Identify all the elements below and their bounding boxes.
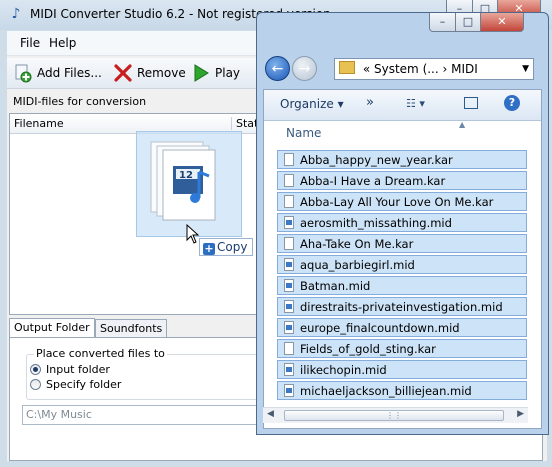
menu-file[interactable]: File — [20, 36, 40, 50]
kar-file-icon — [284, 174, 294, 187]
file-row[interactable]: aerosmith_missathing.mid — [277, 213, 527, 232]
help-icon[interactable]: ? — [504, 95, 520, 111]
remove-label: Remove — [137, 66, 186, 80]
back-arrow-icon[interactable]: ← — [265, 56, 290, 81]
file-name: europe_finalcountdown.mid — [300, 320, 460, 335]
output-path-field[interactable]: C:\My Music — [22, 405, 258, 425]
address-crumb-midi[interactable]: MIDI — [451, 62, 478, 76]
explorer-window: – □ ✕ ← → « System (... › MIDI ▼ Organiz… — [256, 12, 549, 435]
drag-preview: 12 — [136, 131, 242, 237]
kar-file-icon — [284, 342, 294, 355]
drag-count-badge: 12 — [179, 170, 193, 181]
play-label: Play — [215, 66, 241, 80]
scroll-thumb[interactable]: ⋮⋮ — [284, 410, 504, 421]
explorer-close-button[interactable]: ✕ — [480, 13, 524, 32]
chevron-down-icon[interactable]: ▼ — [522, 59, 529, 79]
folder-icon — [339, 61, 355, 74]
kar-file-icon — [284, 237, 294, 250]
file-row[interactable]: michaeljackson_billiejean.mid — [277, 381, 527, 400]
file-name: direstraits-privateinvestigation.mid — [300, 299, 503, 314]
place-group-box — [26, 354, 258, 400]
address-separator: › — [442, 62, 448, 76]
add-files-label: Add Files... — [37, 66, 102, 80]
file-row[interactable]: Abba_happy_new_year.kar — [277, 150, 527, 169]
file-row[interactable]: ilikechopin.mid — [277, 360, 527, 379]
file-name: ilikechopin.mid — [300, 362, 387, 377]
midi-file-icon — [284, 216, 294, 229]
file-row[interactable]: Abba-Lay All Your Love On Me.kar — [277, 192, 527, 211]
play-icon — [194, 64, 209, 82]
add-files-button[interactable]: Add Files... — [13, 62, 102, 84]
scroll-right-icon[interactable]: ▶ — [517, 409, 524, 419]
file-name: Abba-Lay All Your Love On Me.kar — [300, 194, 494, 209]
kar-file-icon — [284, 195, 294, 208]
file-name: Abba-I Have a Dream.kar — [300, 173, 446, 188]
file-row[interactable]: direstraits-privateinvestigation.mid — [277, 297, 527, 316]
column-name[interactable]: Name — [286, 126, 321, 140]
file-row[interactable]: europe_finalcountdown.mid — [277, 318, 527, 337]
menu-help[interactable]: Help — [49, 36, 76, 50]
tab-soundfonts[interactable]: Soundfonts — [95, 319, 168, 339]
file-name: Fields_of_gold_sting.kar — [300, 341, 436, 356]
scroll-left-icon[interactable]: ◀ — [267, 409, 274, 419]
file-name: aqua_barbiegirl.mid — [300, 257, 415, 272]
file-name: Aha-Take On Me.kar — [300, 236, 414, 251]
tab-output-folder[interactable]: Output Folder — [9, 318, 95, 339]
radio-specify-folder-label: Specify folder — [46, 378, 122, 391]
sort-ascending-icon: ▲ — [459, 120, 466, 129]
midi-file-icon — [284, 384, 294, 397]
midi-file-icon — [284, 300, 294, 313]
address-prefix: « — [362, 62, 371, 76]
forward-arrow-icon[interactable]: → — [292, 56, 317, 81]
organize-menu[interactable]: Organize ▾ — [280, 97, 344, 111]
radio-specify-folder[interactable]: Specify folder — [30, 378, 121, 391]
list-caption: MIDI-files for conversion — [13, 95, 147, 108]
file-name: Abba_happy_new_year.kar — [300, 152, 453, 167]
explorer-nav-bar: ← → « System (... › MIDI ▼ — [263, 53, 545, 87]
radio-selected-icon — [30, 364, 41, 375]
explorer-maximize-button[interactable]: □ — [455, 13, 481, 32]
plus-icon: + — [203, 242, 215, 255]
copy-drop-tooltip: + Copy — [199, 238, 253, 256]
radio-unselected-icon — [30, 379, 41, 390]
radio-input-folder[interactable]: Input folder — [30, 363, 110, 376]
file-row[interactable]: Aha-Take On Me.kar — [277, 234, 527, 253]
file-name: aerosmith_missathing.mid — [300, 215, 452, 230]
explorer-command-bar: Organize ▾ » ☷ ▾ ? — [264, 90, 541, 121]
midi-file-icon — [284, 258, 294, 271]
midi-file-icon — [284, 363, 294, 376]
copy-label: Copy — [217, 240, 248, 254]
file-name: michaeljackson_billiejean.mid — [300, 383, 472, 398]
file-row[interactable]: Batman.mid — [277, 276, 527, 295]
address-bar[interactable]: « System (... › MIDI ▼ — [334, 58, 534, 80]
add-files-icon — [15, 64, 32, 83]
midi-file-icon — [284, 279, 294, 292]
play-button[interactable]: Play — [191, 62, 240, 84]
file-row[interactable]: Abba-I Have a Dream.kar — [277, 171, 527, 190]
place-converted-label: Place converted files to — [34, 347, 167, 360]
midi-file-stack-icon — [150, 141, 216, 221]
column-filename[interactable]: Filename — [14, 117, 64, 130]
preview-pane-icon[interactable] — [464, 97, 478, 109]
file-row[interactable]: Fields_of_gold_sting.kar — [277, 339, 527, 358]
explorer-minimize-button[interactable]: – — [429, 13, 456, 32]
music-note-icon: ♪ — [11, 6, 21, 22]
radio-input-folder-label: Input folder — [46, 363, 110, 376]
horizontal-scrollbar[interactable]: ◀ ⋮⋮ ▶ — [263, 407, 528, 423]
file-row[interactable]: aqua_barbiegirl.mid — [277, 255, 527, 274]
midi-file-icon — [284, 321, 294, 334]
kar-file-icon — [284, 153, 294, 166]
address-crumb-system[interactable]: System (... — [374, 62, 439, 76]
more-commands[interactable]: » — [366, 95, 374, 110]
views-icon[interactable]: ☷ ▾ — [406, 97, 425, 110]
remove-button[interactable]: Remove — [113, 62, 186, 84]
file-name: Batman.mid — [300, 278, 371, 293]
mouse-cursor-icon — [186, 224, 200, 244]
remove-icon — [114, 64, 132, 82]
explorer-content: Organize ▾ » ☷ ▾ ? Name ▲ Abba_happy_new… — [263, 89, 542, 429]
